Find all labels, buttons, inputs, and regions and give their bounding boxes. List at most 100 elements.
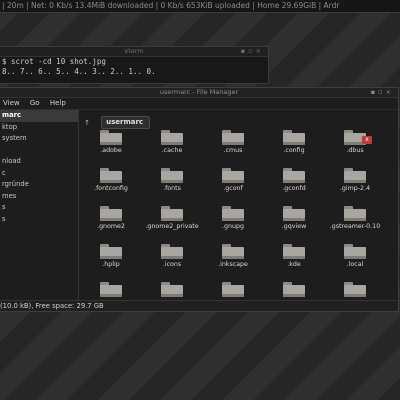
folder-item[interactable]: .gnome2_private <box>143 204 201 239</box>
folder-name: .cache <box>161 147 183 154</box>
folder-icon <box>283 168 305 183</box>
folder-item[interactable]: .fonts <box>143 166 201 201</box>
folder-icon <box>222 206 244 221</box>
folder-icon <box>100 206 122 221</box>
sidebar-item[interactable]: ktop <box>0 122 78 134</box>
sidebar-item[interactable]: s <box>0 214 78 226</box>
folder-item[interactable]: .local <box>326 242 384 277</box>
folder-icon <box>222 168 244 183</box>
folder-icon <box>222 282 244 297</box>
folder-item[interactable]: .hplip <box>82 242 140 277</box>
folder-name: .adobe <box>100 147 122 154</box>
folder-name: .dbus <box>346 147 364 154</box>
folder-name: .gnome2 <box>97 223 125 230</box>
folder-icon <box>100 130 122 145</box>
folder-icon <box>161 168 183 183</box>
folder-item[interactable]: .inkscape <box>204 242 262 277</box>
folder-icon <box>161 206 183 221</box>
folder-icon <box>283 244 305 259</box>
folder-name: .gnupg <box>222 223 244 230</box>
folder-item[interactable]: x .dbus <box>326 128 384 163</box>
folder-name: .gnome2_private <box>145 223 199 230</box>
terminal-window[interactable]: xterm ▪▫× $ scrot -cd 10 shot.jpg 8.. 7.… <box>0 46 269 84</box>
file-manager-titlebar[interactable]: usermarc - File Manager ▪▫× <box>0 88 398 98</box>
folder-name: .gconf <box>223 185 243 192</box>
menu-go[interactable]: Go <box>30 99 40 107</box>
folder-icon <box>161 282 183 297</box>
places-sidebar: marc ktop system nload c rgründe mes s s <box>0 110 79 300</box>
top-status-bar: | 20m | Net: 0 Kb/s 13.4MiB downloaded |… <box>0 0 400 13</box>
sidebar-item[interactable] <box>0 145 78 157</box>
folder-name: .cmus <box>223 147 243 154</box>
folder-icon <box>100 244 122 259</box>
file-grid: .adobe .cache .cmus .config x .dbus .fontconfi… <box>82 128 398 298</box>
sidebar-item[interactable]: mes <box>0 191 78 203</box>
folder-name: .kde <box>287 261 301 268</box>
folder-item[interactable]: .gconf <box>204 166 262 201</box>
folder-icon <box>100 282 122 297</box>
terminal-title: xterm <box>124 47 144 55</box>
folder-icon <box>283 282 305 297</box>
folder-item[interactable]: .gstreamer-0.10 <box>326 204 384 239</box>
folder-icon <box>100 168 122 183</box>
folder-icon <box>344 206 366 221</box>
folder-icon <box>283 130 305 145</box>
folder-name: .gstreamer-0.10 <box>329 223 381 230</box>
folder-icon: x <box>344 130 372 145</box>
folder-item[interactable]: .cmus <box>204 128 262 163</box>
maximize-icon[interactable]: ▫ <box>378 88 385 96</box>
folder-name: .gconfd <box>282 185 306 192</box>
sidebar-item[interactable]: marc <box>0 110 78 122</box>
folder-item[interactable]: .gnome2 <box>82 204 140 239</box>
folder-item[interactable]: .kde <box>265 242 323 277</box>
window-buttons[interactable]: ▪▫× <box>241 47 264 56</box>
menu-help[interactable]: Help <box>50 99 66 107</box>
folder-item[interactable]: .cache <box>143 128 201 163</box>
folder-icon <box>161 130 183 145</box>
menu-view[interactable]: View <box>3 99 20 107</box>
file-manager-title: usermarc - File Manager <box>159 88 239 96</box>
folder-item[interactable]: .gimp-2.4 <box>326 166 384 201</box>
folder-icon <box>161 244 183 259</box>
folder-name: .fonts <box>163 185 181 192</box>
folder-name: .icons <box>162 261 182 268</box>
close-icon[interactable]: × <box>386 88 394 96</box>
maximize-icon[interactable]: ▫ <box>248 47 255 55</box>
sidebar-item[interactable]: rgründe <box>0 179 78 191</box>
close-icon[interactable]: × <box>256 47 264 55</box>
file-manager-status: (10.0 kB), Free space: 29.7 GB <box>0 300 398 311</box>
sidebar-item[interactable]: system <box>0 133 78 145</box>
status-bar-text: | 20m | Net: 0 Kb/s 13.4MiB downloaded |… <box>2 1 340 10</box>
folder-name: .gimp-2.4 <box>339 185 371 192</box>
folder-item[interactable]: .icons <box>143 242 201 277</box>
file-manager-window[interactable]: usermarc - File Manager ▪▫× View Go Help… <box>0 87 399 312</box>
folder-icon <box>222 130 244 145</box>
sidebar-item[interactable]: s <box>0 202 78 214</box>
folder-icon <box>222 244 244 259</box>
folder-item[interactable]: .gnupg <box>204 204 262 239</box>
folder-icon <box>344 244 366 259</box>
folder-item[interactable]: .adobe <box>82 128 140 163</box>
terminal-line: 8.. 7.. 6.. 5.. 4.. 3.. 2.. 1.. 0. <box>2 67 156 76</box>
folder-item[interactable]: .gconfd <box>265 166 323 201</box>
folder-item[interactable]: .fontconfig <box>82 166 140 201</box>
folder-icon <box>344 282 366 297</box>
folder-name: .gqview <box>281 223 307 230</box>
terminal-titlebar[interactable]: xterm ▪▫× <box>0 47 268 57</box>
sidebar-item[interactable]: nload <box>0 156 78 168</box>
folder-name: .fontconfig <box>94 185 128 192</box>
folder-name: .inkscape <box>218 261 248 268</box>
folder-icon <box>344 168 366 183</box>
terminal-line: $ scrot -cd 10 shot.jpg <box>2 57 106 66</box>
folder-icon <box>283 206 305 221</box>
path-bar: ↑ usermarc <box>82 112 151 129</box>
window-buttons[interactable]: ▪▫× <box>371 88 394 97</box>
sidebar-item[interactable]: c <box>0 168 78 180</box>
go-up-icon[interactable]: ↑ <box>82 118 92 128</box>
menu-bar: View Go Help <box>0 98 398 110</box>
unreadable-emblem-icon: x <box>362 136 372 144</box>
folder-item[interactable]: .gqview <box>265 204 323 239</box>
folder-item[interactable]: .config <box>265 128 323 163</box>
folder-name: .config <box>283 147 305 154</box>
folder-name: .local <box>346 261 364 268</box>
